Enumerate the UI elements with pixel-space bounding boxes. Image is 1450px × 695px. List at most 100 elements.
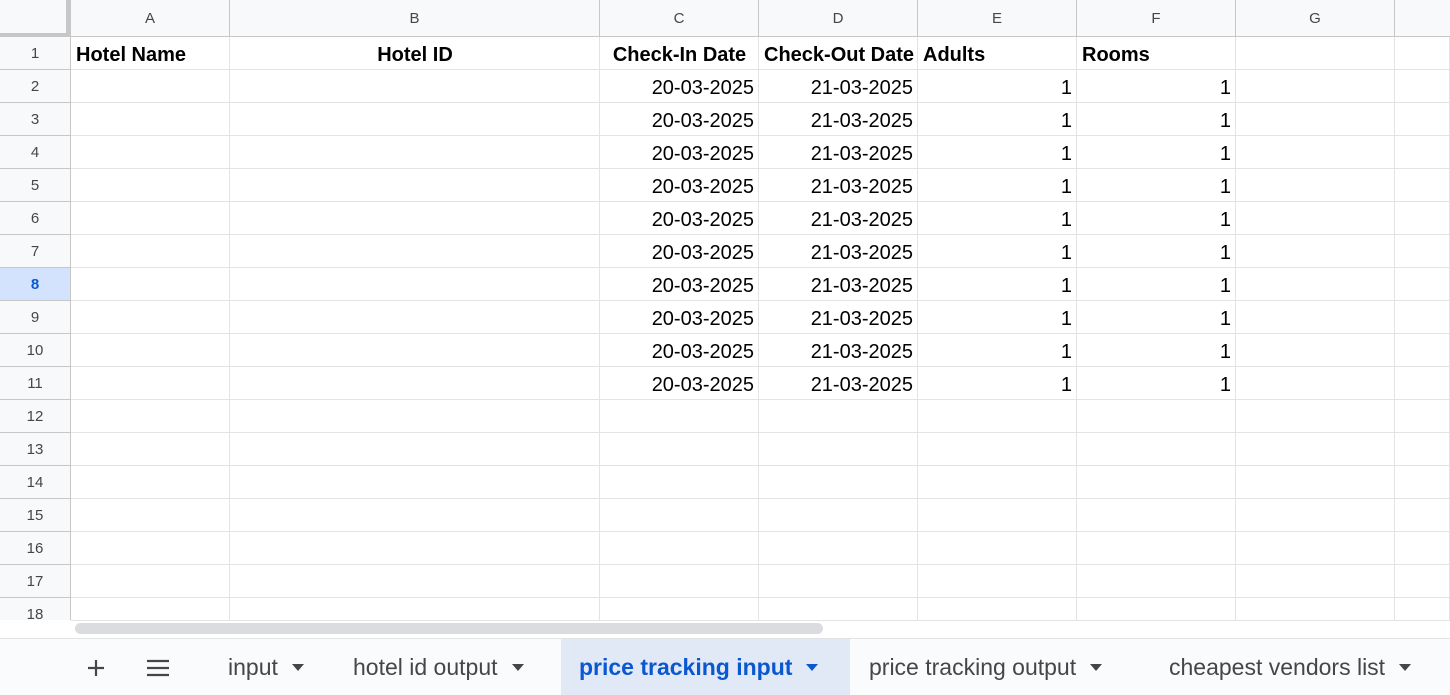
cell-e18[interactable]: [918, 598, 1077, 620]
cell-d8[interactable]: 21-03-2025: [759, 268, 918, 301]
sheet-tab-price-tracking-input[interactable]: price tracking input: [561, 639, 850, 695]
cell-f1[interactable]: Rooms: [1077, 37, 1236, 70]
spreadsheet-grid[interactable]: ABCDEFG 1 2 3 4 5 6 7 8 9 10 11 12 13 14 15 16 17 18 Hote…: [0, 0, 1450, 620]
cell-f17[interactable]: [1077, 565, 1236, 598]
cell-d7[interactable]: 21-03-2025: [759, 235, 918, 268]
cell-g15[interactable]: [1236, 499, 1395, 532]
cell-h9[interactable]: [1395, 301, 1450, 334]
cell-g6[interactable]: [1236, 202, 1395, 235]
cell-h4[interactable]: [1395, 136, 1450, 169]
cell-b9[interactable]: [230, 301, 600, 334]
column-header-d[interactable]: D: [759, 0, 918, 37]
cell-e3[interactable]: 1: [918, 103, 1077, 136]
cell-h5[interactable]: [1395, 169, 1450, 202]
cell-g13[interactable]: [1236, 433, 1395, 466]
row-header-8[interactable]: 8: [0, 268, 71, 301]
row-header-11[interactable]: 11: [0, 367, 71, 400]
cell-b1[interactable]: Hotel ID: [230, 37, 600, 70]
cell-b11[interactable]: [230, 367, 600, 400]
cell-d16[interactable]: [759, 532, 918, 565]
cell-c12[interactable]: [600, 400, 759, 433]
select-all-corner[interactable]: [0, 0, 71, 37]
cell-a12[interactable]: [71, 400, 230, 433]
cell-h15[interactable]: [1395, 499, 1450, 532]
cell-b14[interactable]: [230, 466, 600, 499]
all-sheets-button[interactable]: [132, 639, 184, 695]
cell-d12[interactable]: [759, 400, 918, 433]
cell-e13[interactable]: [918, 433, 1077, 466]
cell-c4[interactable]: 20-03-2025: [600, 136, 759, 169]
cell-a8[interactable]: [71, 268, 230, 301]
cell-b3[interactable]: [230, 103, 600, 136]
cell-d10[interactable]: 21-03-2025: [759, 334, 918, 367]
cell-e1[interactable]: Adults: [918, 37, 1077, 70]
row-header-18[interactable]: 18: [0, 598, 71, 620]
cell-d1[interactable]: Check-Out Date: [759, 37, 918, 70]
cell-b17[interactable]: [230, 565, 600, 598]
cell-g2[interactable]: [1236, 70, 1395, 103]
row-header-6[interactable]: 6: [0, 202, 71, 235]
row-header-13[interactable]: 13: [0, 433, 71, 466]
cell-c9[interactable]: 20-03-2025: [600, 301, 759, 334]
cell-b18[interactable]: [230, 598, 600, 620]
cell-d18[interactable]: [759, 598, 918, 620]
cell-h12[interactable]: [1395, 400, 1450, 433]
cell-d2[interactable]: 21-03-2025: [759, 70, 918, 103]
cell-f7[interactable]: 1: [1077, 235, 1236, 268]
row-header-17[interactable]: 17: [0, 565, 71, 598]
cell-c1[interactable]: Check-In Date: [600, 37, 759, 70]
row-header-9[interactable]: 9: [0, 301, 71, 334]
cell-e15[interactable]: [918, 499, 1077, 532]
cell-a15[interactable]: [71, 499, 230, 532]
cell-b5[interactable]: [230, 169, 600, 202]
sheet-tab-hotel-id-output[interactable]: hotel id output: [335, 639, 560, 695]
cell-f9[interactable]: 1: [1077, 301, 1236, 334]
cell-g10[interactable]: [1236, 334, 1395, 367]
cell-d6[interactable]: 21-03-2025: [759, 202, 918, 235]
cell-e5[interactable]: 1: [918, 169, 1077, 202]
sheet-tab-input[interactable]: input: [210, 639, 335, 695]
sheet-tab-price-tracking-output[interactable]: price tracking output: [851, 639, 1151, 695]
row-header-7[interactable]: 7: [0, 235, 71, 268]
cell-g17[interactable]: [1236, 565, 1395, 598]
cell-c15[interactable]: [600, 499, 759, 532]
cell-h6[interactable]: [1395, 202, 1450, 235]
cell-c8[interactable]: 20-03-2025: [600, 268, 759, 301]
cell-h14[interactable]: [1395, 466, 1450, 499]
cell-a3[interactable]: [71, 103, 230, 136]
cell-e4[interactable]: 1: [918, 136, 1077, 169]
cell-e11[interactable]: 1: [918, 367, 1077, 400]
cell-c13[interactable]: [600, 433, 759, 466]
cell-f12[interactable]: [1077, 400, 1236, 433]
cell-g11[interactable]: [1236, 367, 1395, 400]
row-header-5[interactable]: 5: [0, 169, 71, 202]
cell-d3[interactable]: 21-03-2025: [759, 103, 918, 136]
cell-g16[interactable]: [1236, 532, 1395, 565]
cell-a7[interactable]: [71, 235, 230, 268]
column-header-c[interactable]: C: [600, 0, 759, 37]
cell-c11[interactable]: 20-03-2025: [600, 367, 759, 400]
cell-a4[interactable]: [71, 136, 230, 169]
cell-c16[interactable]: [600, 532, 759, 565]
cell-d13[interactable]: [759, 433, 918, 466]
cell-d15[interactable]: [759, 499, 918, 532]
cell-g12[interactable]: [1236, 400, 1395, 433]
cell-a13[interactable]: [71, 433, 230, 466]
cell-e7[interactable]: 1: [918, 235, 1077, 268]
cell-b13[interactable]: [230, 433, 600, 466]
add-sheet-button[interactable]: [70, 639, 122, 695]
row-header-3[interactable]: 3: [0, 103, 71, 136]
cell-e6[interactable]: 1: [918, 202, 1077, 235]
cell-g7[interactable]: [1236, 235, 1395, 268]
row-header-2[interactable]: 2: [0, 70, 71, 103]
column-header-g[interactable]: G: [1236, 0, 1395, 37]
row-header-15[interactable]: 15: [0, 499, 71, 532]
cell-a14[interactable]: [71, 466, 230, 499]
cell-a2[interactable]: [71, 70, 230, 103]
cell-b6[interactable]: [230, 202, 600, 235]
cell-a18[interactable]: [71, 598, 230, 620]
cell-f3[interactable]: 1: [1077, 103, 1236, 136]
cell-e14[interactable]: [918, 466, 1077, 499]
sheet-tab-cheapest-vendors-list[interactable]: cheapest vendors list: [1151, 639, 1450, 695]
cell-c6[interactable]: 20-03-2025: [600, 202, 759, 235]
